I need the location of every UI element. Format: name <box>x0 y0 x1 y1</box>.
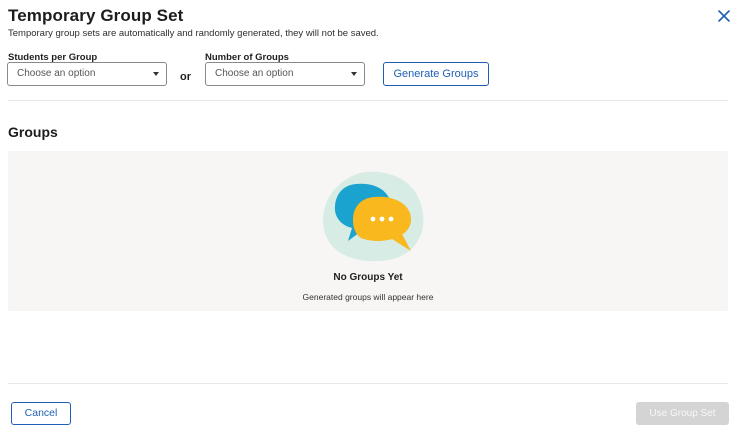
footer-divider <box>8 383 728 384</box>
generate-groups-button[interactable]: Generate Groups <box>383 62 489 86</box>
students-per-group-value: Choose an option <box>17 68 96 79</box>
chat-bubbles-icon <box>318 168 428 263</box>
modal-title: Temporary Group Set <box>8 6 184 25</box>
temporary-group-set-modal: Temporary Group Set Temporary group sets… <box>0 0 740 443</box>
number-of-groups-value: Choose an option <box>215 68 294 79</box>
or-separator: or <box>180 71 191 83</box>
chevron-down-icon <box>351 72 357 76</box>
students-per-group-select[interactable]: Choose an option <box>7 62 167 86</box>
chevron-down-icon <box>153 72 159 76</box>
close-icon[interactable] <box>716 8 732 24</box>
empty-state-text: Generated groups will appear here <box>302 292 434 302</box>
cancel-button[interactable]: Cancel <box>11 402 71 425</box>
groups-heading: Groups <box>8 124 58 140</box>
empty-state-title: No Groups Yet <box>333 272 403 283</box>
modal-subtitle: Temporary group sets are automatically a… <box>8 28 379 39</box>
divider <box>8 100 728 101</box>
groups-empty-state: No Groups Yet Generated groups will appe… <box>8 151 728 311</box>
use-group-set-button[interactable]: Use Group Set <box>636 402 729 425</box>
number-of-groups-select[interactable]: Choose an option <box>205 62 365 86</box>
